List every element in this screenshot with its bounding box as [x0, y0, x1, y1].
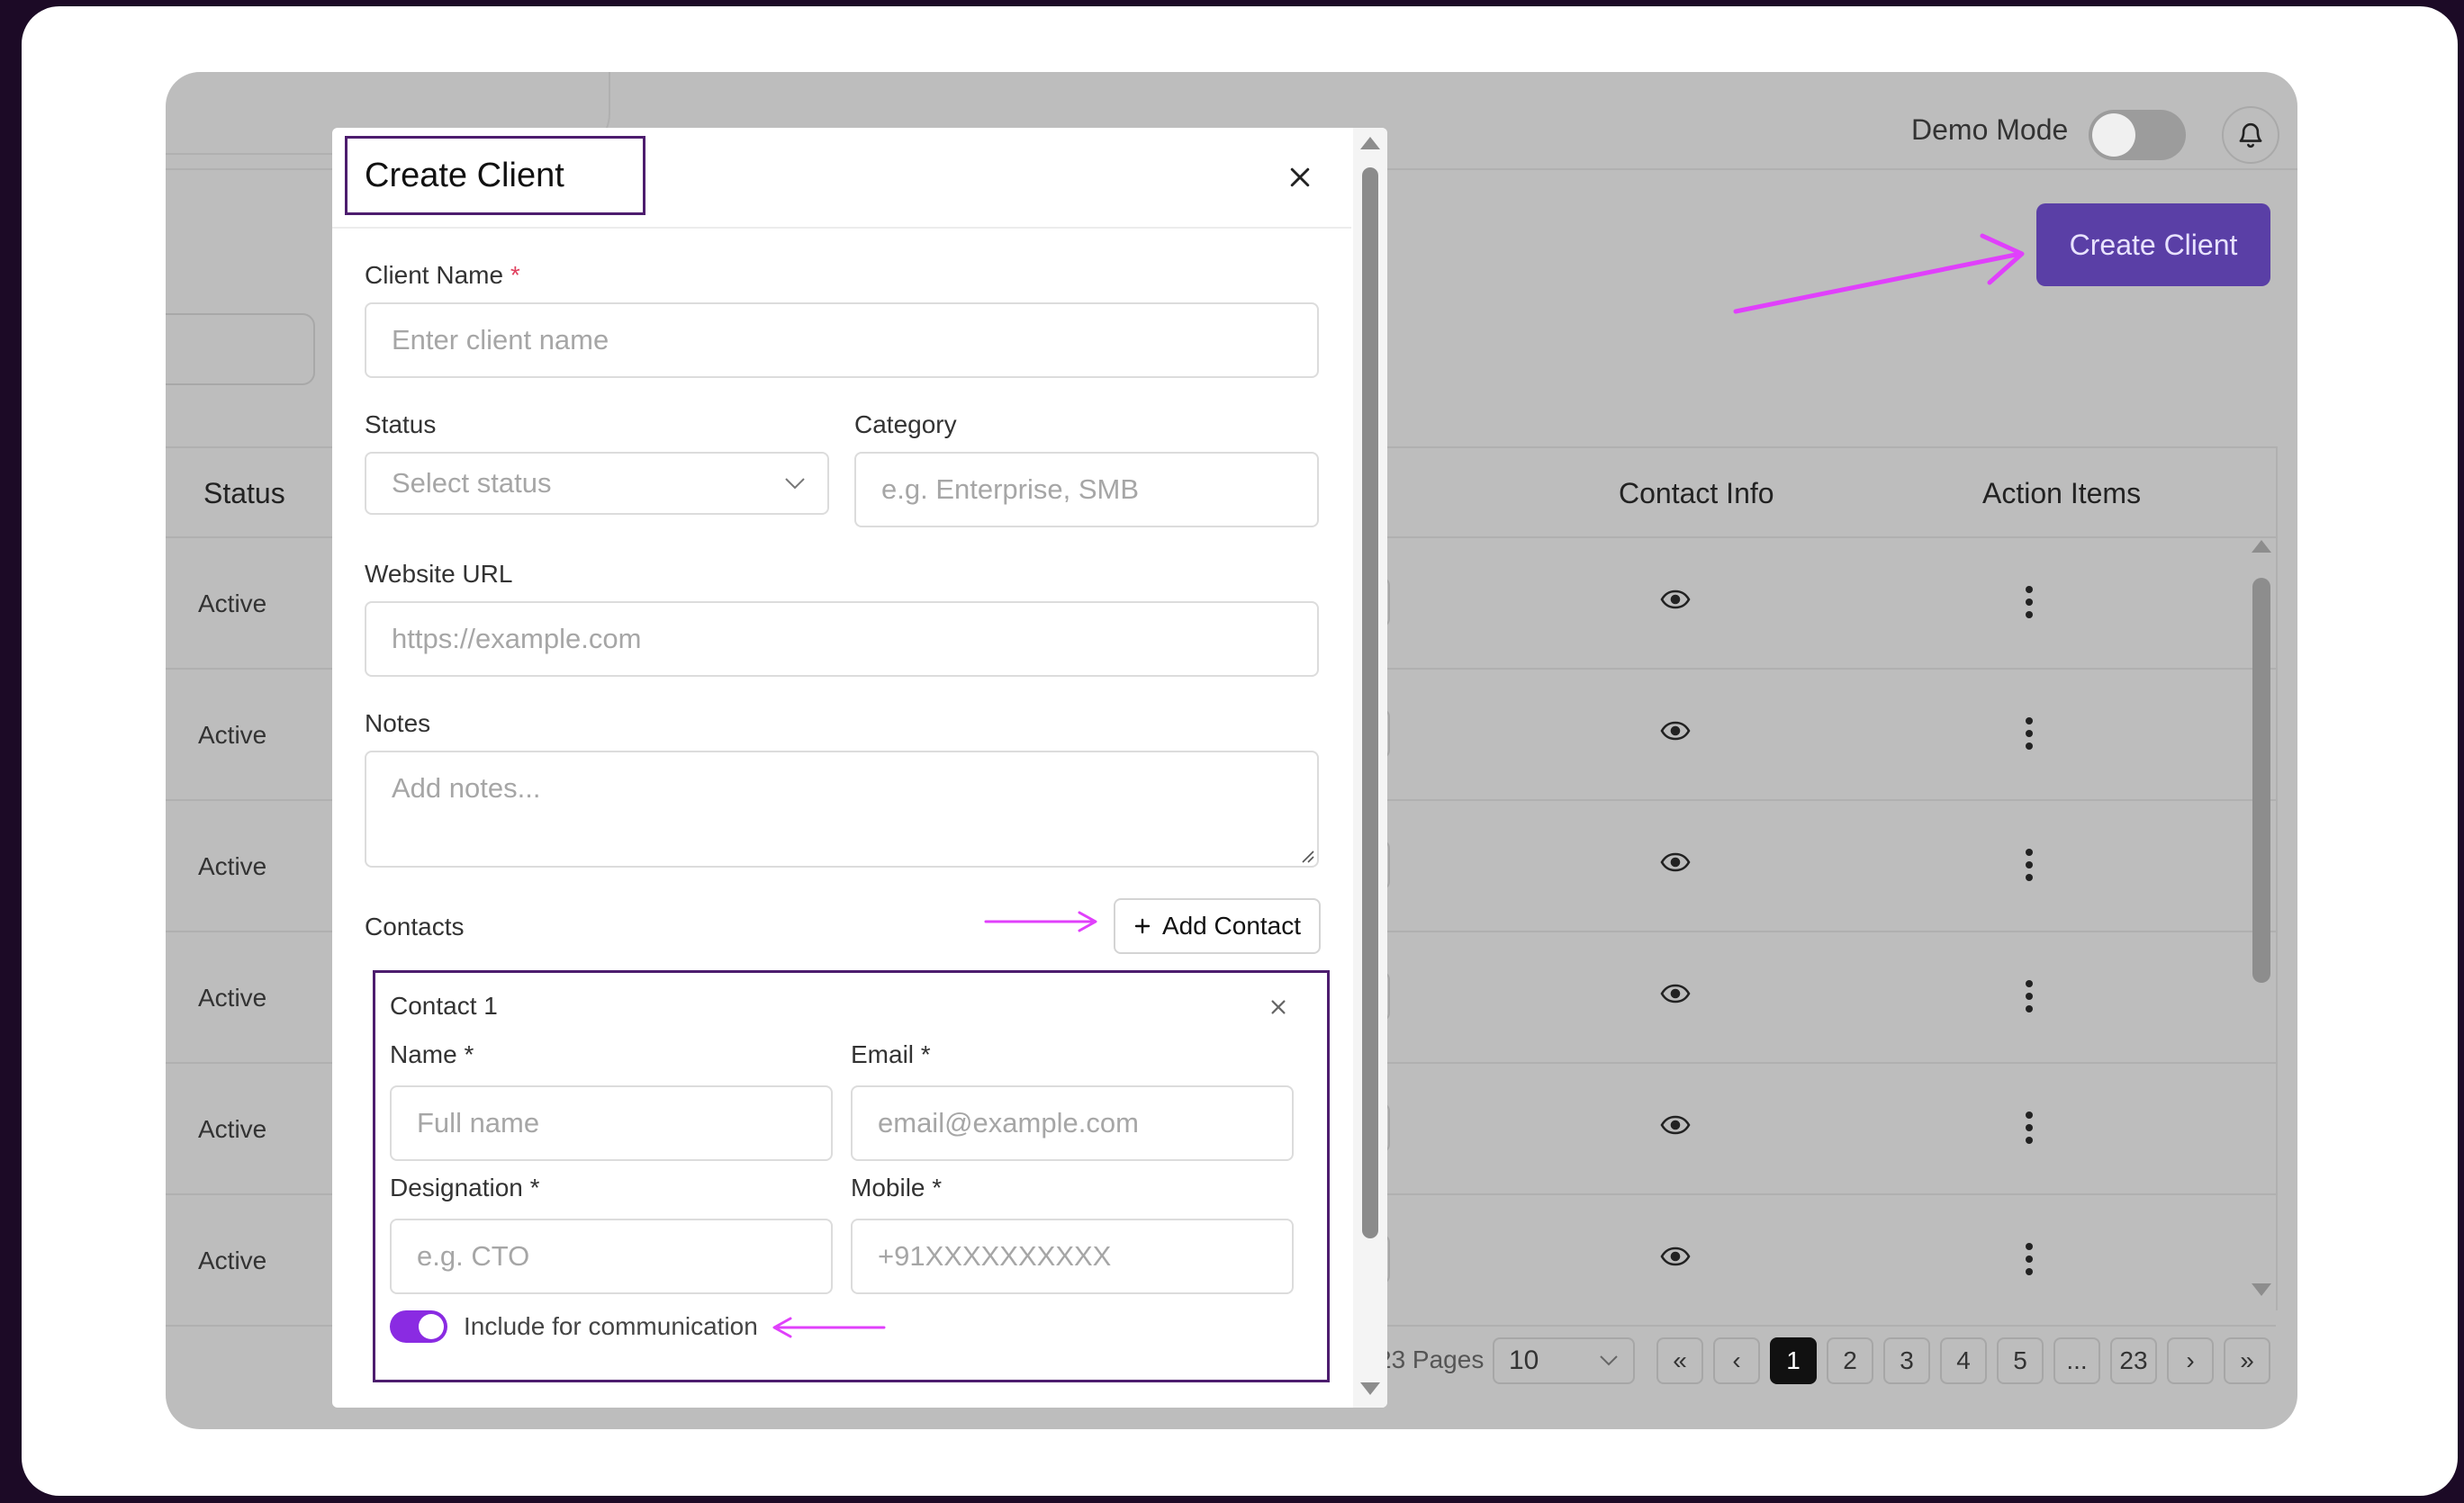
create-client-arrow-icon	[1733, 233, 2025, 314]
include-communication-arrow-icon	[772, 1317, 886, 1338]
add-contact-arrow-icon	[984, 911, 1097, 932]
annotation-arrows	[772, 233, 2025, 1338]
